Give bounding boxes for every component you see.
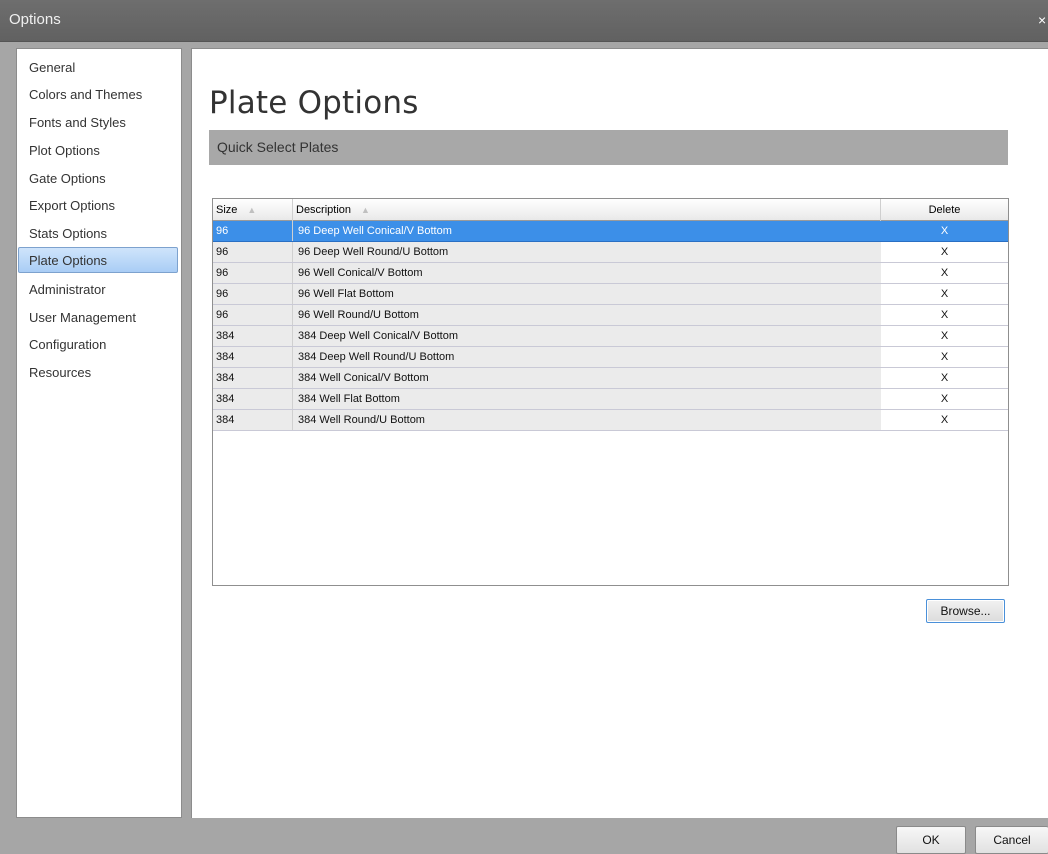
- size-cell[interactable]: 384: [213, 347, 293, 367]
- description-cell[interactable]: 384 Well Conical/V Bottom: [293, 368, 881, 388]
- cancel-button[interactable]: Cancel: [975, 826, 1048, 854]
- sidebar-item-plot-options[interactable]: Plot Options: [19, 138, 179, 164]
- delete-row-button[interactable]: X: [881, 263, 1008, 283]
- table-row[interactable]: 96 96 Well Conical/V Bottom X: [213, 263, 1008, 284]
- description-cell[interactable]: 384 Deep Well Conical/V Bottom: [293, 326, 881, 346]
- description-cell[interactable]: 96 Well Round/U Bottom: [293, 305, 881, 325]
- section-header-quick-select-plates: Quick Select Plates: [209, 130, 1008, 165]
- sidebar-item-resources[interactable]: Resources: [19, 360, 179, 386]
- sidebar-item-plate-options[interactable]: Plate Options: [18, 247, 178, 273]
- delete-row-button[interactable]: X: [881, 326, 1008, 346]
- delete-row-button[interactable]: X: [881, 305, 1008, 325]
- description-cell[interactable]: 96 Well Flat Bottom: [293, 284, 881, 304]
- options-content-panel: Plate Options Quick Select Plates Size ▲ …: [191, 48, 1048, 818]
- size-cell[interactable]: 96: [213, 242, 293, 262]
- sidebar-item-fonts-and-styles[interactable]: Fonts and Styles: [19, 110, 179, 136]
- description-cell[interactable]: 384 Well Flat Bottom: [293, 389, 881, 409]
- size-cell[interactable]: 384: [213, 326, 293, 346]
- table-row[interactable]: 96 96 Deep Well Conical/V Bottom X: [213, 221, 1008, 242]
- title-bar: Options ×: [0, 0, 1048, 42]
- browse-button[interactable]: Browse...: [926, 599, 1005, 623]
- options-dialog: Options × General Colors and Themes Font…: [0, 0, 1048, 854]
- table-row[interactable]: 96 96 Well Flat Bottom X: [213, 284, 1008, 305]
- table-row[interactable]: 384 384 Deep Well Round/U Bottom X: [213, 347, 1008, 368]
- size-cell[interactable]: 96: [213, 305, 293, 325]
- sidebar-item-configuration[interactable]: Configuration: [19, 332, 179, 358]
- sidebar-item-administrator[interactable]: Administrator: [19, 277, 179, 303]
- grid-header: Size ▲ Description ▲ Delete: [213, 199, 1008, 221]
- delete-row-button[interactable]: X: [881, 221, 1008, 241]
- sidebar-item-general[interactable]: General: [19, 55, 179, 81]
- size-cell[interactable]: 384: [213, 389, 293, 409]
- column-header-description-label: Description: [296, 204, 352, 216]
- page-title: Plate Options: [209, 85, 419, 121]
- table-row[interactable]: 384 384 Well Round/U Bottom X: [213, 410, 1008, 431]
- sidebar-item-colors-and-themes[interactable]: Colors and Themes: [19, 82, 179, 108]
- ok-button[interactable]: OK: [896, 826, 966, 854]
- delete-row-button[interactable]: X: [881, 347, 1008, 367]
- sort-arrow-icon: ▲: [247, 205, 257, 215]
- delete-row-button[interactable]: X: [881, 284, 1008, 304]
- description-cell[interactable]: 96 Well Conical/V Bottom: [293, 263, 881, 283]
- column-header-description[interactable]: Description ▲: [293, 199, 881, 221]
- size-cell[interactable]: 384: [213, 368, 293, 388]
- sort-arrow-icon: ▲: [361, 205, 370, 215]
- size-cell[interactable]: 384: [213, 410, 293, 430]
- column-header-size-label: Size: [216, 204, 238, 216]
- description-cell[interactable]: 384 Well Round/U Bottom: [293, 410, 881, 430]
- table-row[interactable]: 384 384 Well Conical/V Bottom X: [213, 368, 1008, 389]
- delete-row-button[interactable]: X: [881, 368, 1008, 388]
- description-cell[interactable]: 384 Deep Well Round/U Bottom: [293, 347, 881, 367]
- sidebar-item-gate-options[interactable]: Gate Options: [19, 166, 179, 192]
- size-cell[interactable]: 96: [213, 263, 293, 283]
- table-row[interactable]: 384 384 Deep Well Conical/V Bottom X: [213, 326, 1008, 347]
- column-header-delete[interactable]: Delete: [881, 199, 1008, 221]
- size-cell[interactable]: 96: [213, 221, 293, 241]
- options-sidebar: General Colors and Themes Fonts and Styl…: [16, 48, 182, 818]
- delete-row-button[interactable]: X: [881, 410, 1008, 430]
- sidebar-item-stats-options[interactable]: Stats Options: [19, 221, 179, 247]
- close-icon[interactable]: ×: [1038, 13, 1048, 27]
- delete-row-button[interactable]: X: [881, 389, 1008, 409]
- table-row[interactable]: 384 384 Well Flat Bottom X: [213, 389, 1008, 410]
- window-title: Options: [9, 11, 61, 28]
- table-row[interactable]: 96 96 Deep Well Round/U Bottom X: [213, 242, 1008, 263]
- delete-row-button[interactable]: X: [881, 242, 1008, 262]
- sidebar-item-user-management[interactable]: User Management: [19, 305, 179, 331]
- size-cell[interactable]: 96: [213, 284, 293, 304]
- column-header-size[interactable]: Size ▲: [213, 199, 293, 221]
- grid-body: 96 96 Deep Well Conical/V Bottom X 96 96…: [213, 221, 1008, 431]
- table-row[interactable]: 96 96 Well Round/U Bottom X: [213, 305, 1008, 326]
- plates-grid: Size ▲ Description ▲ Delete 96 96 Deep Wel…: [212, 198, 1009, 586]
- description-cell[interactable]: 96 Deep Well Round/U Bottom: [293, 242, 881, 262]
- sidebar-item-export-options[interactable]: Export Options: [19, 193, 179, 219]
- description-cell[interactable]: 96 Deep Well Conical/V Bottom: [293, 221, 881, 241]
